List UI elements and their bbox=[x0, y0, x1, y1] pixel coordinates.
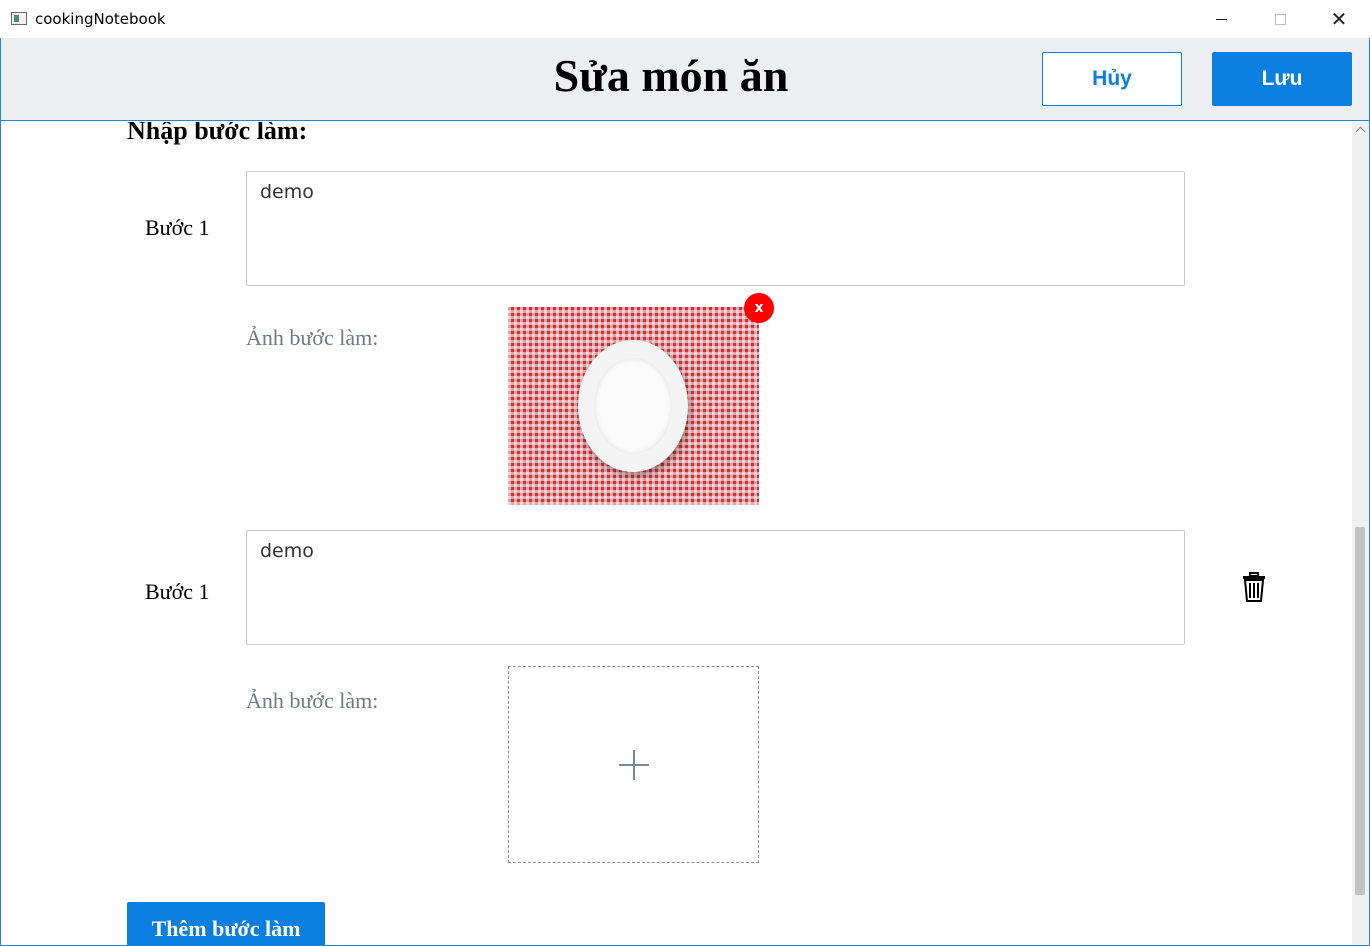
save-button[interactable]: Lưu bbox=[1212, 52, 1352, 106]
maximize-button[interactable] bbox=[1257, 0, 1303, 38]
window-title: cookingNotebook bbox=[35, 10, 166, 28]
minimize-icon bbox=[1215, 18, 1227, 20]
step-image bbox=[508, 307, 759, 505]
upload-image-button[interactable] bbox=[508, 666, 759, 863]
remove-image-button[interactable]: x bbox=[744, 293, 774, 323]
plate-image bbox=[578, 340, 688, 472]
minimize-button[interactable] bbox=[1198, 0, 1244, 38]
steps-form: Nhập bước làm: Bước 1 demo Ảnh bước làm:… bbox=[1, 122, 1352, 945]
cancel-button[interactable]: Hủy bbox=[1042, 52, 1182, 106]
section-title: Nhập bước làm: bbox=[127, 122, 308, 145]
close-button[interactable]: ✕ bbox=[1316, 0, 1362, 38]
maximize-icon bbox=[1274, 13, 1286, 25]
add-step-button[interactable]: Thêm bước làm bbox=[127, 902, 325, 945]
scroll-thumb[interactable] bbox=[1355, 527, 1365, 895]
step-text-input[interactable]: demo bbox=[246, 171, 1185, 286]
plus-icon bbox=[618, 749, 649, 780]
step-image-label: Ảnh bước làm: bbox=[246, 688, 379, 713]
app-icon bbox=[11, 12, 27, 25]
step-image-label: Ảnh bước làm: bbox=[246, 325, 379, 350]
page-header: Sửa món ăn Hủy Lưu bbox=[1, 38, 1369, 121]
title-bar: cookingNotebook ✕ bbox=[0, 0, 1370, 38]
step-label: Bước 1 bbox=[145, 579, 210, 604]
step-label: Bước 1 bbox=[145, 215, 210, 240]
close-icon: ✕ bbox=[1330, 7, 1348, 31]
trash-icon[interactable] bbox=[1242, 572, 1266, 602]
scroll-up-icon[interactable] bbox=[1352, 122, 1369, 136]
vertical-scrollbar[interactable] bbox=[1352, 122, 1369, 945]
step-text-input[interactable]: demo bbox=[246, 530, 1185, 645]
